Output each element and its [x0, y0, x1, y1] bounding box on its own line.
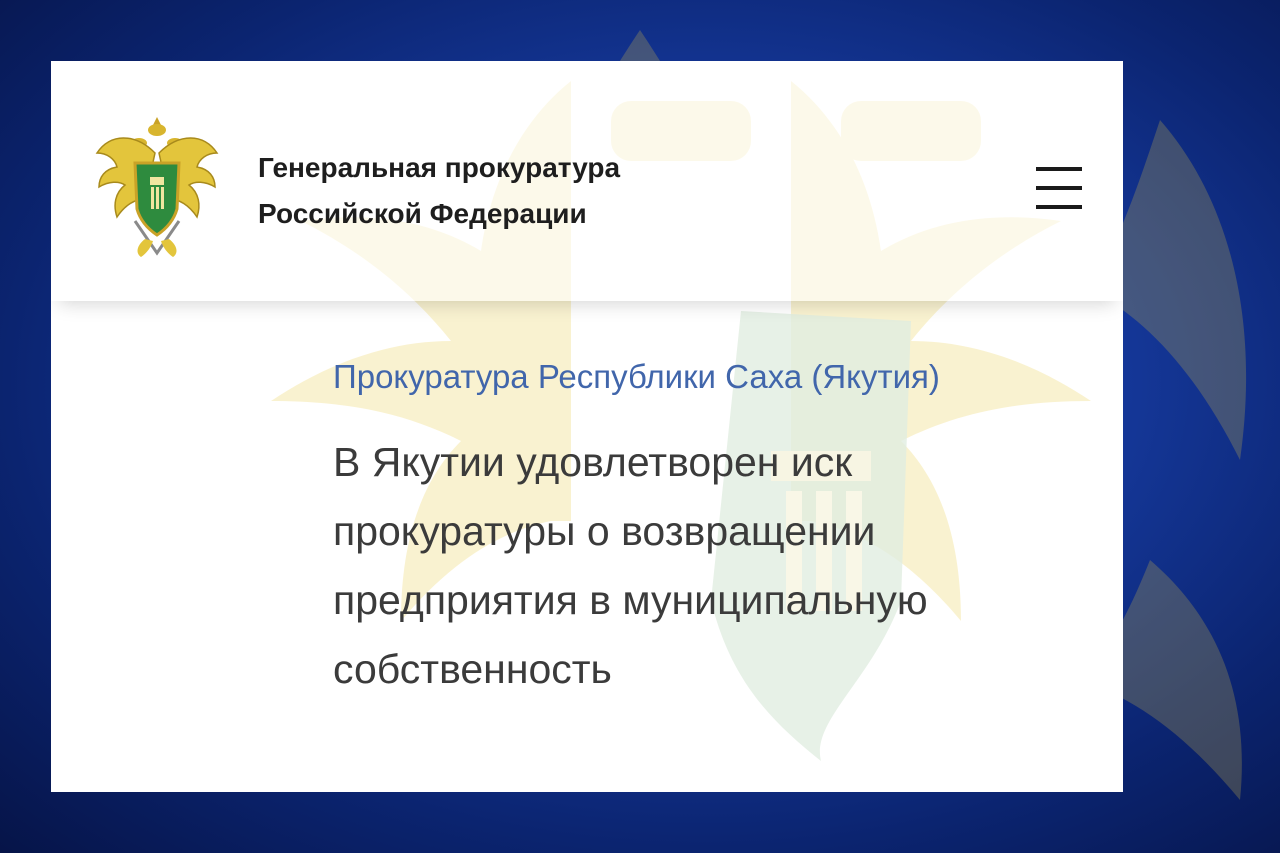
news-card: Генеральная прокуратура Российской Федер…: [51, 61, 1123, 792]
article-title[interactable]: В Якутии удовлетворен иск прокуратуры о …: [333, 428, 1053, 704]
organization-name[interactable]: Генеральная прокуратура Российской Федер…: [258, 145, 778, 237]
site-header: Генеральная прокуратура Российской Федер…: [51, 61, 1123, 301]
menu-bar-middle: [1036, 186, 1082, 190]
article-source-link[interactable]: Прокуратура Республики Саха (Якутия): [333, 358, 940, 396]
hamburger-menu-icon[interactable]: [1034, 167, 1084, 211]
menu-bar-bottom: [1036, 205, 1082, 209]
prosecutor-emblem-icon[interactable]: [95, 113, 219, 259]
organization-name-line1: Генеральная прокуратура: [258, 152, 621, 183]
menu-bar-top: [1036, 167, 1082, 171]
organization-name-line2: Российской Федерации: [258, 198, 587, 229]
